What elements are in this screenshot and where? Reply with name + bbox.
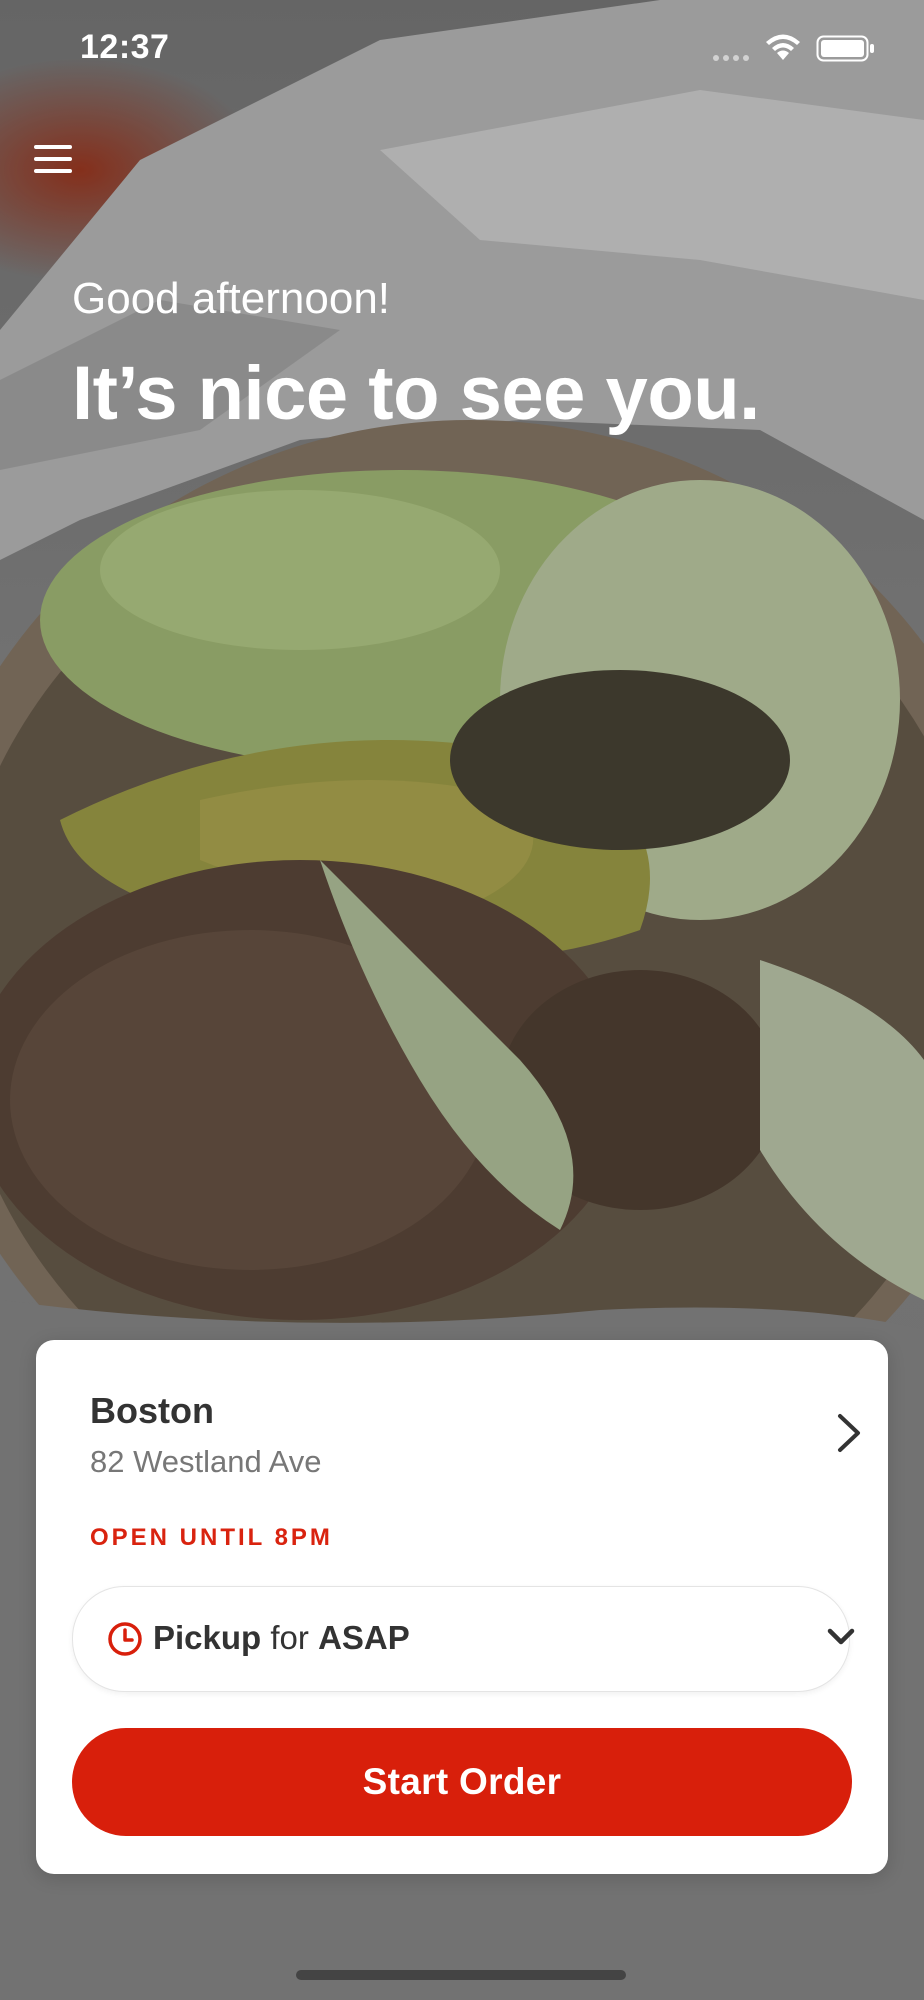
start-order-button[interactable]: Start Order: [72, 1728, 852, 1836]
cellular-signal-icon: [712, 46, 752, 67]
location-card: Boston 82 Westland Ave OPEN UNTIL 8PM Pi…: [36, 1340, 888, 1874]
store-city: Boston: [90, 1390, 214, 1431]
pickup-connector: for: [270, 1619, 309, 1656]
clock-icon: [107, 1621, 143, 1662]
pickup-time-dropdown[interactable]: Pickup for ASAP: [72, 1586, 855, 1692]
hamburger-menu-icon[interactable]: [30, 136, 76, 182]
store-hours: OPEN UNTIL 8PM: [90, 1524, 333, 1551]
battery-icon: [816, 34, 876, 69]
store-location-link[interactable]: Boston 82 Westland Ave: [36, 1340, 888, 1490]
welcome-headline: It’s nice to see you.: [72, 351, 760, 436]
wifi-icon: [764, 32, 802, 67]
chevron-down-icon: [827, 1627, 855, 1652]
chevron-right-icon: [836, 1412, 862, 1459]
pickup-summary: Pickup for ASAP: [153, 1619, 410, 1657]
status-time: 12:37: [80, 28, 170, 66]
greeting-text: Good afternoon!: [72, 274, 391, 323]
store-address: 82 Westland Ave: [90, 1444, 322, 1479]
pickup-mode: Pickup: [153, 1619, 262, 1656]
pickup-time: ASAP: [318, 1619, 410, 1656]
home-indicator[interactable]: [296, 1970, 626, 1980]
status-bar: 12:37: [0, 0, 924, 100]
